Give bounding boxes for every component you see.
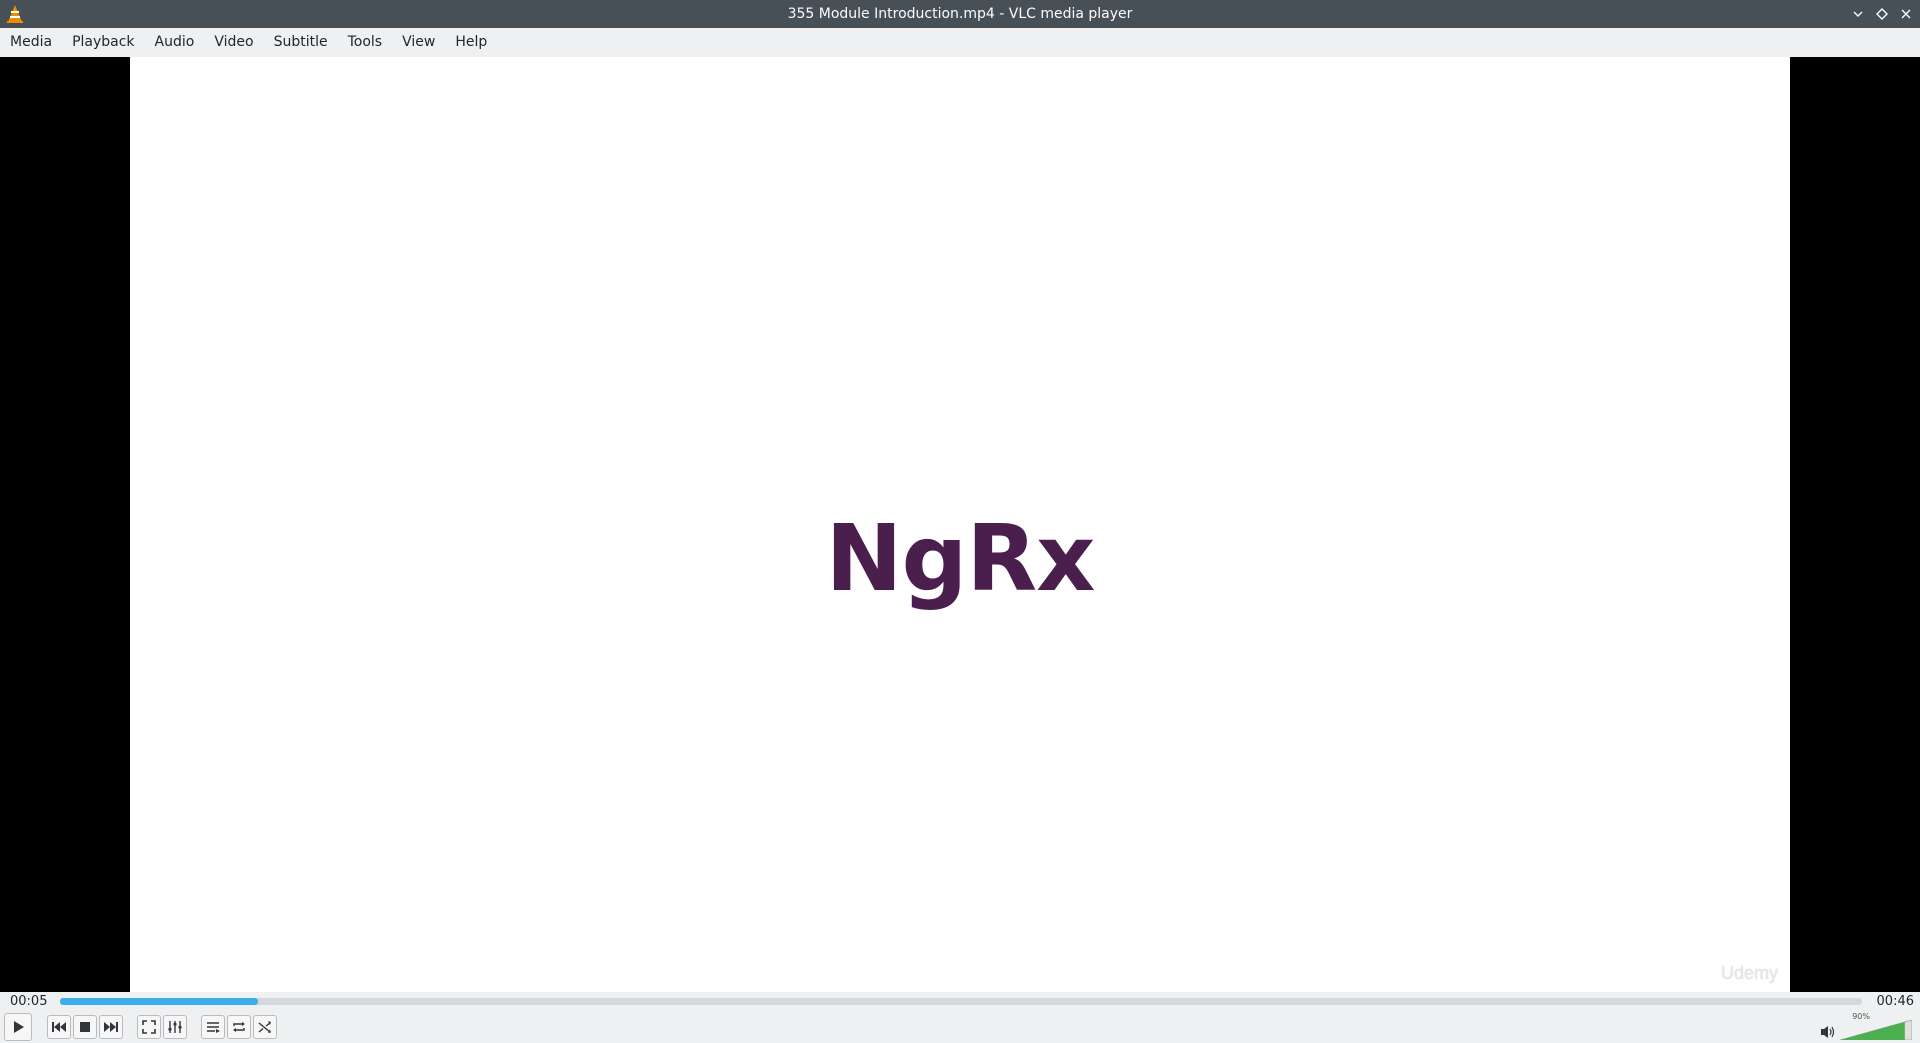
speaker-icon[interactable] xyxy=(1820,1024,1836,1040)
controls-bar: 90% xyxy=(0,1012,1920,1043)
video-area[interactable]: NgRx Udemy xyxy=(0,57,1920,992)
menu-audio[interactable]: Audio xyxy=(145,28,205,57)
video-frame: NgRx Udemy xyxy=(130,57,1790,992)
seek-row: 00:05 00:46 xyxy=(0,992,1920,1012)
stop-icon xyxy=(80,1022,90,1032)
chevron-down-icon xyxy=(1853,11,1863,17)
previous-icon xyxy=(52,1022,66,1032)
shuffle-button[interactable] xyxy=(253,1015,277,1039)
menu-media[interactable]: Media xyxy=(0,28,62,57)
diamond-icon xyxy=(1876,8,1888,20)
window-title: 355 Module Introduction.mp4 - VLC media … xyxy=(787,6,1133,22)
title-bar: 355 Module Introduction.mp4 - VLC media … xyxy=(0,0,1920,28)
menu-help[interactable]: Help xyxy=(445,28,497,57)
menu-video[interactable]: Video xyxy=(204,28,263,57)
next-icon xyxy=(104,1022,118,1032)
play-button[interactable] xyxy=(4,1013,32,1041)
volume-slider[interactable] xyxy=(1840,1020,1912,1040)
menu-playback[interactable]: Playback xyxy=(62,28,144,57)
total-time[interactable]: 00:46 xyxy=(1877,994,1914,1009)
playlist-icon xyxy=(207,1022,220,1033)
slide-title: NgRx xyxy=(825,505,1095,612)
previous-button[interactable] xyxy=(47,1015,71,1039)
elapsed-time: 00:05 xyxy=(10,994,48,1009)
menu-subtitle[interactable]: Subtitle xyxy=(264,28,338,57)
fullscreen-button[interactable] xyxy=(137,1015,161,1039)
loop-button[interactable] xyxy=(227,1015,251,1039)
close-button[interactable] xyxy=(1896,4,1916,24)
udemy-watermark: Udemy xyxy=(1720,963,1778,983)
shuffle-icon xyxy=(258,1021,271,1033)
loop-icon xyxy=(233,1022,245,1032)
playlist-button[interactable] xyxy=(201,1015,225,1039)
maximize-button[interactable] xyxy=(1872,4,1892,24)
close-icon xyxy=(1901,9,1911,19)
vlc-window: 355 Module Introduction.mp4 - VLC media … xyxy=(0,0,1920,1043)
seek-slider[interactable] xyxy=(60,998,1862,1005)
next-button[interactable] xyxy=(99,1015,123,1039)
seek-progress-fill xyxy=(60,998,259,1005)
extended-settings-icon xyxy=(168,1021,182,1033)
minimize-button[interactable] xyxy=(1848,4,1868,24)
stop-button[interactable] xyxy=(73,1015,97,1039)
menu-view[interactable]: View xyxy=(392,28,445,57)
menu-tools[interactable]: Tools xyxy=(338,28,393,57)
menu-bar: Media Playback Audio Video Subtitle Tool… xyxy=(0,28,1920,57)
play-icon xyxy=(14,1021,24,1033)
fullscreen-icon xyxy=(142,1020,156,1034)
window-buttons xyxy=(1848,0,1916,28)
extended-settings-button[interactable] xyxy=(163,1015,187,1039)
